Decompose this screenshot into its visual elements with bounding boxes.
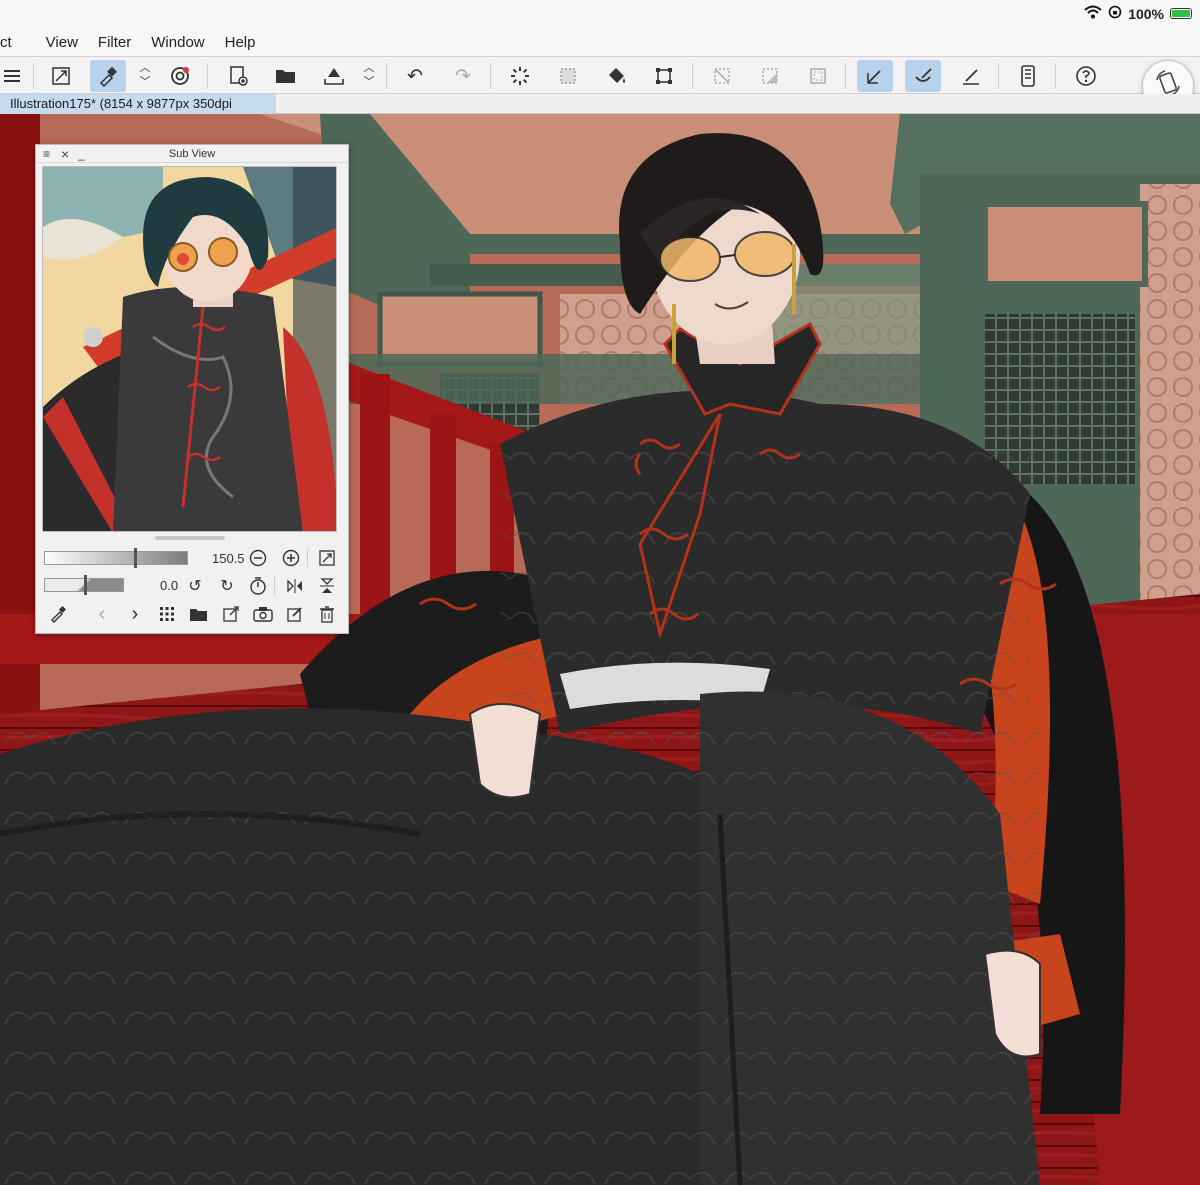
new-file-icon[interactable] [220, 60, 256, 92]
fit-view-icon[interactable] [43, 60, 79, 92]
close-icon[interactable]: × [61, 145, 69, 163]
orientation-lock-icon [1108, 5, 1122, 22]
rotation-row [44, 573, 124, 597]
zoom-in-icon[interactable] [280, 547, 302, 569]
camera-icon[interactable] [252, 603, 274, 625]
reset-rotation-icon[interactable] [247, 575, 269, 597]
open-folder-icon[interactable] [268, 60, 304, 92]
deselect-icon[interactable] [704, 60, 740, 92]
sub-view-reference-image[interactable] [42, 166, 337, 532]
save-chevron-icon[interactable]: ︿ ﹀ [361, 61, 377, 91]
status-bar: 100% [0, 0, 1200, 28]
import-image-icon[interactable] [188, 603, 210, 625]
zoom-slider-knob[interactable] [134, 548, 138, 568]
rotate-left-icon[interactable]: ↺ [184, 575, 206, 597]
command-bar: ︿ ﹀ ︿ ﹀ ↶ ↷ [0, 56, 1200, 94]
flip-horizontal-icon[interactable] [284, 575, 306, 597]
clip-studio-icon[interactable] [162, 60, 198, 92]
undo-icon[interactable]: ↶ [397, 60, 433, 92]
wifi-icon [1084, 5, 1102, 22]
pen-correction-icon[interactable] [857, 60, 893, 92]
zoom-out-icon[interactable] [247, 547, 269, 569]
next-image-icon[interactable]: › [124, 603, 146, 625]
sub-view-title: Sub View [168, 148, 216, 160]
zoom-slider[interactable] [44, 548, 188, 568]
hamburger-menu-icon[interactable] [0, 60, 30, 92]
reference-artwork [43, 167, 336, 531]
flip-vertical-icon[interactable] [316, 575, 338, 597]
sub-view-scrollbar[interactable] [42, 534, 337, 542]
edit-image-icon[interactable] [284, 603, 306, 625]
help-icon[interactable] [1068, 60, 1104, 92]
sub-view-panel[interactable]: ≡ × _ Sub View 150.5 0.0 ↺ ↻ ‹ › [35, 144, 349, 634]
obtain-image-icon[interactable] [220, 603, 242, 625]
brush-correction-icon[interactable] [905, 60, 941, 92]
panel-menu-icon[interactable]: ≡ [43, 145, 50, 163]
redo-icon[interactable]: ↷ [445, 60, 481, 92]
ruler-pen-icon[interactable] [953, 60, 989, 92]
menu-select[interactable]: ct [0, 34, 22, 51]
fit-to-window-icon[interactable] [316, 547, 338, 569]
rotation-value: 0.0 [160, 578, 179, 593]
loading-spinner-icon[interactable] [502, 60, 538, 92]
command-bar-chevron-icon[interactable]: ︿ ﹀ [137, 61, 153, 91]
rotate-right-icon[interactable]: ↻ [216, 575, 238, 597]
document-tab[interactable]: Illustration175* (8154 x 9877px 350dpi 3… [0, 94, 276, 131]
minimize-icon[interactable]: _ [78, 145, 85, 163]
eyedropper-icon[interactable] [47, 603, 69, 625]
sub-view-title-bar[interactable]: ≡ × _ Sub View [36, 145, 348, 163]
transform-icon[interactable] [646, 60, 682, 92]
menu-help[interactable]: Help [215, 34, 266, 51]
zoom-value: 150.5 [212, 551, 245, 566]
battery-icon [1170, 8, 1192, 19]
menu-window[interactable]: Window [141, 34, 214, 51]
image-grid-icon[interactable] [156, 603, 178, 625]
select-all-icon[interactable] [550, 60, 586, 92]
zoom-row [44, 546, 188, 570]
battery-percent: 100% [1128, 5, 1164, 22]
rotation-slider-knob[interactable] [84, 575, 87, 595]
menu-view[interactable]: View [36, 34, 88, 51]
tablet-device-icon[interactable] [1010, 60, 1046, 92]
eyedropper-mode-icon[interactable] [90, 60, 126, 92]
menu-filter[interactable]: Filter [88, 34, 141, 51]
previous-image-icon[interactable]: ‹ [91, 603, 113, 625]
document-tab-row: Illustration175* (8154 x 9877px 350dpi 3… [0, 94, 1200, 131]
save-icon[interactable] [316, 60, 352, 92]
delete-image-icon[interactable] [316, 603, 338, 625]
selection-border-icon[interactable] [800, 60, 836, 92]
rotation-slider[interactable] [44, 575, 124, 595]
fill-bucket-icon[interactable] [598, 60, 634, 92]
status-indicators: 100% [1084, 5, 1192, 22]
menu-bar: ct View Filter Window Help [0, 28, 1200, 56]
invert-selection-icon[interactable] [752, 60, 788, 92]
